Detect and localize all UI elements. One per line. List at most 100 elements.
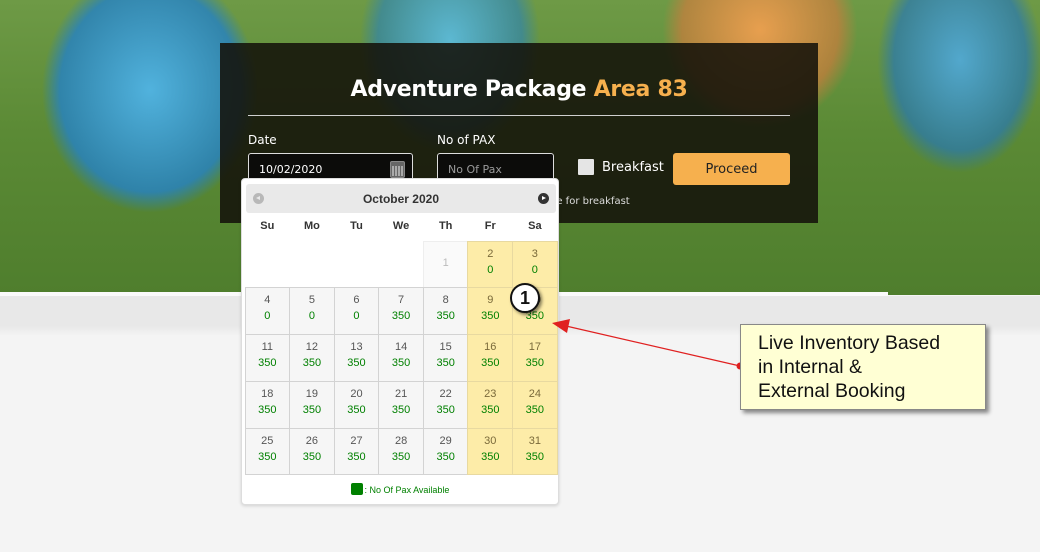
day-cell[interactable]: 40 [244,287,291,336]
weekday-label: Tu [350,220,363,232]
day-cell[interactable]: 50 [289,287,335,336]
day-cell[interactable]: 25 350 [244,427,291,476]
pax-label: No of PAX [437,133,496,147]
day-cell[interactable]: 12 350 [289,334,335,382]
day-number: 12 [305,341,319,354]
title-accent: Area 83 [593,77,688,102]
day-cell[interactable]: 60 [333,287,380,336]
day-cell[interactable]: 9 350 [467,287,514,336]
pax-available-count: 350 [436,310,455,323]
breakfast-label[interactable]: Breakfast [602,160,664,175]
day-cell[interactable]: 30 [512,240,558,289]
pax-available-count: 350 [302,403,322,416]
day-cell[interactable]: 29 350 [422,427,469,476]
pax-available-count: 350 [258,403,277,416]
day-number: 20 [350,387,363,400]
day-cell[interactable]: 18 350 [244,380,291,429]
pax-available-count: 350 [436,450,455,463]
day-number: 24 [528,387,541,400]
day-number: 1 [442,256,449,269]
calendar-grid: 1203040506073508350935010350113501235013… [244,240,558,476]
pax-available-count: 350 [436,403,455,416]
day-cell[interactable]: 20 350 [333,380,380,429]
day-cell[interactable]: 11 350 [244,334,291,382]
day-number: 4 [264,294,271,307]
day-number: 28 [394,434,408,447]
day-cell[interactable]: 31 350 [512,427,558,476]
breakfast-note: ge for breakfast [550,196,630,207]
day-cell[interactable]: 20 [467,240,514,289]
weekday-label: We [392,220,410,232]
day-cell: 1 [422,240,469,289]
weekday-label: Mo [303,220,320,232]
pax-available-count: 350 [347,357,366,370]
day-cell[interactable]: 27 350 [333,427,380,476]
pax-available-count: 350 [391,357,411,370]
pax-available-count: 0 [264,310,271,323]
date-value: 10/02/2020 [259,163,323,176]
pax-available-count: 350 [525,403,545,416]
day-number: 5 [308,294,315,307]
empty-day-cell [289,241,335,289]
empty-day-cell [378,241,424,289]
callout-line: Live Inventory Based [758,332,941,354]
day-number: 15 [439,341,452,354]
pax-available-count: 0 [308,310,315,323]
day-number: 11 [261,341,273,354]
day-cell[interactable]: 26 350 [289,427,335,476]
day-cell[interactable]: 7 350 [378,287,424,336]
annotation-marker: 1 [510,283,540,313]
pax-available-count: 350 [525,357,545,370]
day-number: 26 [305,434,319,447]
pax-available-count: 350 [391,450,411,463]
weekday-label: Fr [484,220,496,232]
day-cell[interactable]: 24 350 [512,380,558,429]
day-cell[interactable]: 28 350 [378,427,424,476]
weekday-header: Su Mo Tu We Th Fr Sa [245,220,557,232]
empty-day-cell [245,241,291,289]
weekday-label: Su [260,220,275,232]
pax-available-count: 350 [347,450,366,463]
pax-available-count: 0 [531,263,538,276]
day-cell[interactable]: 17 350 [512,334,558,382]
day-cell[interactable]: 15 350 [422,334,469,382]
day-cell[interactable]: 23 350 [467,380,514,429]
day-number: 22 [439,387,452,400]
day-number: 7 [398,294,405,307]
pax-available-count: 350 [481,357,500,370]
pax-available-count: 350 [436,357,455,370]
day-cell[interactable]: 22 350 [422,380,469,429]
day-number: 27 [350,434,363,447]
day-cell[interactable]: 14 350 [378,334,424,382]
callout-line: External Booking [758,380,906,402]
day-number: 30 [484,434,497,447]
pax-available-count: 350 [258,357,277,370]
next-month-icon[interactable] [538,193,549,204]
day-number: 31 [528,434,541,447]
day-cell[interactable]: 16 350 [467,334,514,382]
month-title: October 2020 [362,192,440,206]
day-number: 13 [350,341,363,354]
datepicker: October 2020 Su Mo Tu We Th Fr Sa 120304050607… [241,178,559,505]
day-cell[interactable]: 19 350 [289,380,335,429]
pax-available-count: 350 [481,450,500,463]
day-number: 25 [261,434,274,447]
title-main: Adventure Package [350,77,587,102]
day-cell[interactable]: 13 350 [333,334,380,382]
pax-available-count: 350 [347,403,366,416]
day-cell[interactable]: 8 350 [422,287,469,336]
day-cell[interactable]: 30 350 [467,427,514,476]
breakfast-checkbox[interactable] [578,159,594,175]
legend-text: : No Of Pax Available [364,485,450,495]
pax-available-count: 350 [391,310,411,323]
day-cell[interactable]: 21 350 [378,380,424,429]
pax-available-count: 350 [481,403,500,416]
day-number: 23 [484,387,497,400]
weekday-label: Th [438,220,453,232]
panel-title: Adventure Package Area 83 [220,77,818,102]
pax-placeholder: No Of Pax [448,163,502,176]
day-number: 8 [442,294,449,307]
calendar-icon[interactable] [390,161,405,178]
annotation-callout: Live Inventory Based in Internal & Exter… [740,324,986,410]
proceed-button[interactable]: Proceed [673,153,790,185]
